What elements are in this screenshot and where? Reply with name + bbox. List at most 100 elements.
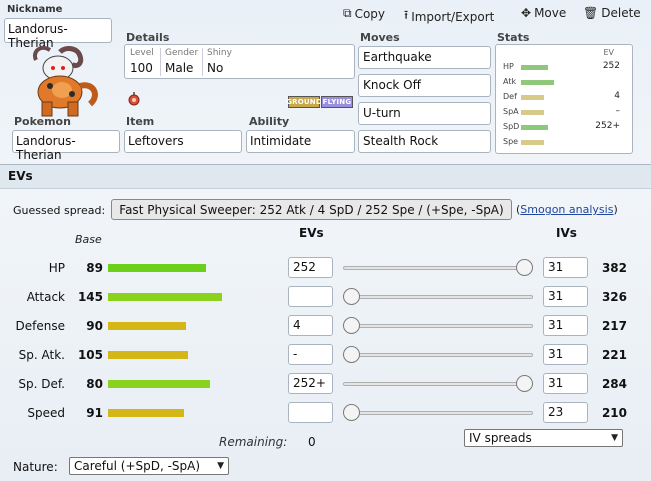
iv-input[interactable]: 23 bbox=[543, 402, 588, 423]
ev-slider-thumb[interactable] bbox=[343, 317, 360, 334]
details-label: Details bbox=[126, 31, 170, 44]
mini-stat-name: SpD bbox=[503, 122, 520, 131]
copy-button-label: Copy bbox=[354, 6, 386, 21]
stat-name: Sp. Atk. bbox=[18, 348, 65, 362]
stat-name: Defense bbox=[15, 319, 65, 333]
ev-slider-track[interactable] bbox=[343, 411, 533, 415]
ability-input[interactable]: Intimidate bbox=[246, 130, 355, 153]
mini-stat-name: SpA bbox=[503, 107, 519, 116]
stat-total: 217 bbox=[601, 319, 627, 333]
ev-slider-thumb[interactable] bbox=[516, 375, 533, 392]
ev-input[interactable] bbox=[288, 286, 333, 307]
iv-spreads-value: IV spreads bbox=[469, 431, 532, 445]
iv-spreads-select[interactable]: IV spreads ▼ bbox=[464, 429, 623, 447]
iv-input[interactable]: 31 bbox=[543, 257, 588, 278]
iv-input[interactable]: 31 bbox=[543, 373, 588, 394]
stat-base-value: 90 bbox=[86, 319, 103, 333]
chevron-down-icon: ▼ bbox=[217, 461, 224, 471]
move-3-input[interactable]: U-turn bbox=[358, 102, 491, 125]
item-icon bbox=[127, 90, 141, 106]
mini-stat-row: SpD 252+ bbox=[496, 120, 634, 134]
smogon-analysis-link[interactable]: Smogon analysis bbox=[520, 203, 613, 216]
mini-stat-name: Spe bbox=[503, 137, 519, 146]
mini-stat-bar bbox=[521, 95, 544, 100]
smogon-analysis: (Smogon analysis) bbox=[516, 203, 618, 216]
evs-section-header bbox=[0, 164, 651, 189]
ev-input[interactable]: 252 bbox=[288, 257, 333, 278]
mini-stat-bar bbox=[521, 140, 544, 145]
pokemon-input[interactable]: Landorus-Therian bbox=[12, 130, 120, 162]
nickname-input[interactable]: Landorus-Therian bbox=[4, 18, 112, 50]
smogon-paren-close: ) bbox=[613, 203, 618, 216]
copy-icon: ⧉ bbox=[343, 6, 352, 20]
stat-name: HP bbox=[48, 261, 65, 275]
move-4-input[interactable]: Stealth Rock bbox=[358, 130, 491, 153]
ev-stat-row: HP 89 252 31 382 bbox=[0, 257, 651, 279]
nature-value: Careful (+SpD, -SpA) bbox=[74, 459, 201, 473]
upload-icon: ⭱ bbox=[404, 8, 409, 22]
stat-name: Speed bbox=[27, 406, 65, 420]
ev-slider-track[interactable] bbox=[343, 266, 533, 270]
move-button-label: Move bbox=[534, 6, 567, 20]
base-stat-bar bbox=[108, 380, 210, 388]
move-button[interactable]: ✥ Move bbox=[521, 6, 566, 20]
ev-input[interactable]: 4 bbox=[288, 315, 333, 336]
nature-select[interactable]: Careful (+SpD, -SpA) ▼ bbox=[69, 457, 229, 475]
ev-slider-thumb[interactable] bbox=[343, 346, 360, 363]
stat-total: 221 bbox=[601, 348, 627, 362]
mini-stat-ev: – bbox=[615, 106, 621, 116]
guessed-spread-button[interactable]: Fast Physical Sweeper: 252 Atk / 4 SpD /… bbox=[111, 199, 512, 220]
mini-stat-ev: 252+ bbox=[595, 121, 620, 131]
ev-input[interactable] bbox=[288, 402, 333, 423]
stat-base-value: 105 bbox=[77, 348, 103, 362]
import-export-button[interactable]: ⭱ Import/Export bbox=[404, 6, 494, 27]
item-label: Item bbox=[126, 115, 155, 128]
ev-slider-track[interactable] bbox=[343, 382, 533, 386]
ev-slider-thumb[interactable] bbox=[343, 288, 360, 305]
level-value: 100 bbox=[130, 61, 153, 75]
stat-base-value: 91 bbox=[86, 406, 103, 420]
move-2-input[interactable]: Knock Off bbox=[358, 74, 491, 97]
stat-base-value: 80 bbox=[86, 377, 103, 391]
guessed-spread-label: Guessed spread: bbox=[13, 204, 106, 217]
delete-button[interactable]: 🗑 Delete bbox=[583, 6, 641, 20]
ivs-column-header: IVs bbox=[556, 226, 577, 240]
mini-stat-ev: 4 bbox=[614, 91, 620, 101]
chevron-down-icon: ▼ bbox=[611, 433, 618, 443]
iv-input[interactable]: 31 bbox=[543, 344, 588, 365]
mini-stat-name: Atk bbox=[503, 77, 517, 86]
gender-caption: Gender bbox=[165, 48, 199, 58]
pokemon-sprite bbox=[20, 45, 106, 120]
mini-stat-row: SpA – bbox=[496, 105, 634, 119]
stats-button[interactable]: EV HP 252 Atk Def 4 SpA – SpD 252+ Spe bbox=[495, 44, 633, 154]
stat-base-value: 89 bbox=[86, 261, 103, 275]
details-button[interactable]: Level 100 Gender Male Shiny No bbox=[124, 44, 355, 79]
ev-slider-thumb[interactable] bbox=[343, 404, 360, 421]
base-stat-bar bbox=[108, 293, 222, 301]
mini-stat-bar bbox=[521, 65, 548, 70]
remaining-label: Remaining: bbox=[219, 435, 288, 449]
ev-slider-thumb[interactable] bbox=[516, 259, 533, 276]
item-input[interactable]: Leftovers bbox=[124, 130, 242, 153]
ev-stat-row: Speed 91 23 210 bbox=[0, 402, 651, 424]
iv-input[interactable]: 31 bbox=[543, 286, 588, 307]
ev-slider-track[interactable] bbox=[343, 324, 533, 328]
copy-button[interactable]: ⧉ Copy bbox=[343, 6, 385, 21]
mini-stat-row: Spe bbox=[496, 135, 634, 149]
mini-stat-row: Def 4 bbox=[496, 90, 634, 104]
level-caption: Level bbox=[130, 48, 154, 58]
iv-input[interactable]: 31 bbox=[543, 315, 588, 336]
shiny-caption: Shiny bbox=[207, 48, 232, 58]
ev-slider-track[interactable] bbox=[343, 295, 533, 299]
ev-input[interactable]: 252+ bbox=[288, 373, 333, 394]
shiny-value: No bbox=[207, 61, 224, 75]
ev-input[interactable]: - bbox=[288, 344, 333, 365]
ev-stat-row: Defense 90 4 31 217 bbox=[0, 315, 651, 337]
moves-label: Moves bbox=[360, 31, 400, 44]
stat-total: 210 bbox=[601, 406, 627, 420]
mini-stat-row: Atk bbox=[496, 75, 634, 89]
mini-stat-bar bbox=[521, 110, 544, 115]
ability-label: Ability bbox=[249, 115, 290, 128]
move-1-input[interactable]: Earthquake bbox=[358, 46, 491, 69]
ev-slider-track[interactable] bbox=[343, 353, 533, 357]
